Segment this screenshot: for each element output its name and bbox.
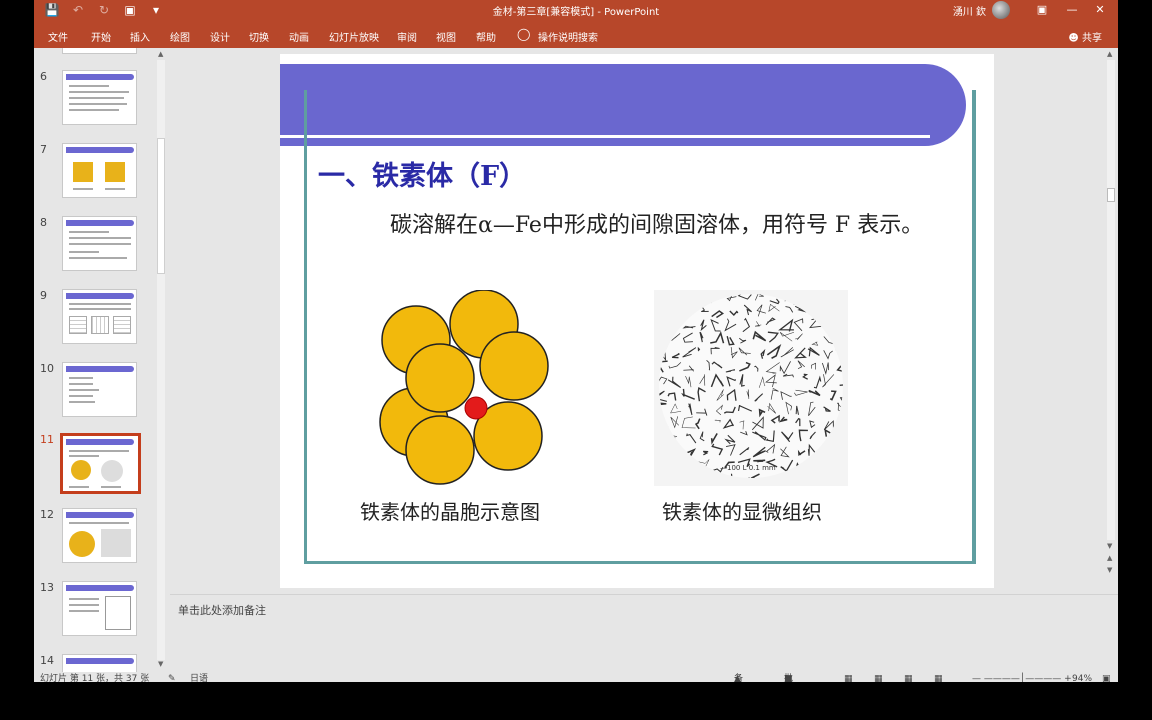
tab-help[interactable]: 帮助	[476, 29, 496, 44]
tab-home[interactable]: 开始	[91, 29, 111, 44]
notes-placeholder[interactable]: 单击此处添加备注	[178, 602, 266, 618]
scroll-down-icon[interactable]: ▼	[158, 660, 163, 668]
close-icon[interactable]: ✕	[1090, 2, 1110, 18]
ferrite-microstructure-image[interactable]	[654, 290, 848, 486]
ferrite-unit-cell-diagram[interactable]	[378, 290, 558, 486]
minimize-icon[interactable]: —	[1062, 2, 1082, 18]
slide-number: 6	[40, 70, 47, 83]
tab-review[interactable]: 审阅	[397, 29, 417, 44]
person-icon: ☻	[1068, 33, 1082, 44]
slide-thumbnail[interactable]	[62, 581, 137, 636]
scroll-up-icon[interactable]: ▲	[1107, 50, 1112, 58]
ribbon-tabs: 文件 开始 插入 绘图 设计 切换 动画 幻灯片放映 审阅 视图 帮助 ◯ 操作…	[34, 22, 1118, 48]
tab-draw[interactable]: 绘图	[170, 29, 190, 44]
slide-number: 8	[40, 216, 47, 229]
scroll-up-icon[interactable]: ▲	[158, 50, 163, 58]
slide-body-text[interactable]: 碳溶解在α—Fe中形成的间隙固溶体，用符号 F 表示。	[334, 206, 964, 246]
comments-label: 批注	[784, 674, 794, 682]
scale-bar-label: —100 L 0.1 mm	[720, 464, 776, 472]
slide-number: 14	[40, 654, 54, 667]
scroll-down-icon[interactable]: ▼	[1107, 542, 1112, 550]
slide-sorter-icon[interactable]: ▦	[874, 672, 883, 682]
scroll-thumb[interactable]	[1107, 188, 1115, 202]
slideshow-view-icon[interactable]: ▦	[934, 672, 943, 682]
share-label: 共享	[1082, 33, 1102, 44]
thumbnail-scrollbar[interactable]: ▲ ▼	[155, 48, 167, 672]
slide-number: 11	[40, 433, 54, 446]
scroll-thumb[interactable]	[157, 138, 165, 274]
slide-number: 13	[40, 581, 54, 594]
slide-title[interactable]: 一、铁素体（F）	[318, 154, 526, 193]
zoom-slider[interactable]: — ————│———— +	[972, 672, 1072, 682]
status-bar: 幻灯片 第 11 张，共 37 张 ✎ 日语 ▲ 备注 ■ 批注 ▦ ▦ ▦ ▦…	[34, 672, 1118, 682]
slide-number: 12	[40, 508, 54, 521]
tell-me-search[interactable]: 操作说明搜索	[538, 29, 598, 44]
user-name[interactable]: 湧川 欽	[953, 3, 986, 18]
spellcheck-icon[interactable]: ✎	[168, 672, 176, 682]
slide-thumbnail[interactable]	[62, 508, 137, 563]
content-frame-right	[972, 90, 975, 564]
language-indicator[interactable]: 日语	[190, 672, 208, 682]
slide-number: 9	[40, 289, 47, 302]
ribbon-display-options-icon[interactable]: ▣	[1032, 2, 1052, 18]
title-bar: 💾 ↶ ↻ ▣ ▾ 金材-第三章[兼容模式] - PowerPoint 湧川 欽…	[34, 0, 1118, 22]
slide-thumbnail[interactable]	[62, 362, 137, 417]
caption-microstructure[interactable]: 铁素体的显微组织	[662, 496, 822, 525]
tab-file[interactable]: 文件	[48, 29, 68, 44]
slide-thumbnail[interactable]	[62, 216, 137, 271]
previous-slide-icon[interactable]: ▲	[1107, 554, 1112, 562]
tab-design[interactable]: 设计	[210, 29, 230, 44]
notes-label: 备注	[734, 674, 744, 682]
normal-view-icon[interactable]: ▦	[844, 672, 853, 682]
lightbulb-icon[interactable]: ◯	[517, 27, 530, 41]
tab-slideshow[interactable]: 幻灯片放映	[329, 29, 379, 44]
next-slide-icon[interactable]: ▼	[1107, 566, 1112, 574]
slide-canvas[interactable]: 一、铁素体（F） 碳溶解在α—Fe中形成的间隙固溶体，用符号 F 表示。 —10…	[280, 54, 994, 588]
slide-thumbnail[interactable]	[62, 654, 137, 672]
slide-thumbnail-pane[interactable]: 6 7 8 9 10 11 12 13 14	[34, 48, 170, 672]
tab-insert[interactable]: 插入	[130, 29, 150, 44]
slide-thumbnail-partial[interactable]	[62, 48, 137, 54]
reading-view-icon[interactable]: ▦	[904, 672, 913, 682]
slide-thumbnail[interactable]	[62, 70, 137, 125]
zoom-level[interactable]: 94%	[1072, 672, 1092, 682]
tab-transitions[interactable]: 切换	[249, 29, 269, 44]
share-button[interactable]: ☻ 共享	[1068, 29, 1102, 44]
slide-thumbnail[interactable]	[62, 143, 137, 198]
tab-view[interactable]: 视图	[436, 29, 456, 44]
notes-pane[interactable]: 单击此处添加备注	[170, 594, 1118, 672]
tab-animations[interactable]: 动画	[289, 29, 309, 44]
slide-scrollbar[interactable]: ▲ ▼ ▲ ▼	[1104, 48, 1118, 594]
caption-unit-cell[interactable]: 铁素体的晶胞示意图	[360, 496, 540, 525]
avatar[interactable]	[992, 1, 1010, 19]
fit-to-window-icon[interactable]: ▣	[1102, 672, 1111, 682]
slide-count: 幻灯片 第 11 张，共 37 张	[40, 674, 150, 682]
slide-thumbnail[interactable]	[62, 289, 137, 344]
slide-number: 7	[40, 143, 47, 156]
slide-number: 10	[40, 362, 54, 375]
slide-thumbnail-selected[interactable]	[60, 433, 141, 494]
slide-edit-area: 一、铁素体（F） 碳溶解在α—Fe中形成的间隙固溶体，用符号 F 表示。 —10…	[170, 48, 1104, 594]
powerpoint-window: 💾 ↶ ↻ ▣ ▾ 金材-第三章[兼容模式] - PowerPoint 湧川 欽…	[34, 0, 1118, 682]
